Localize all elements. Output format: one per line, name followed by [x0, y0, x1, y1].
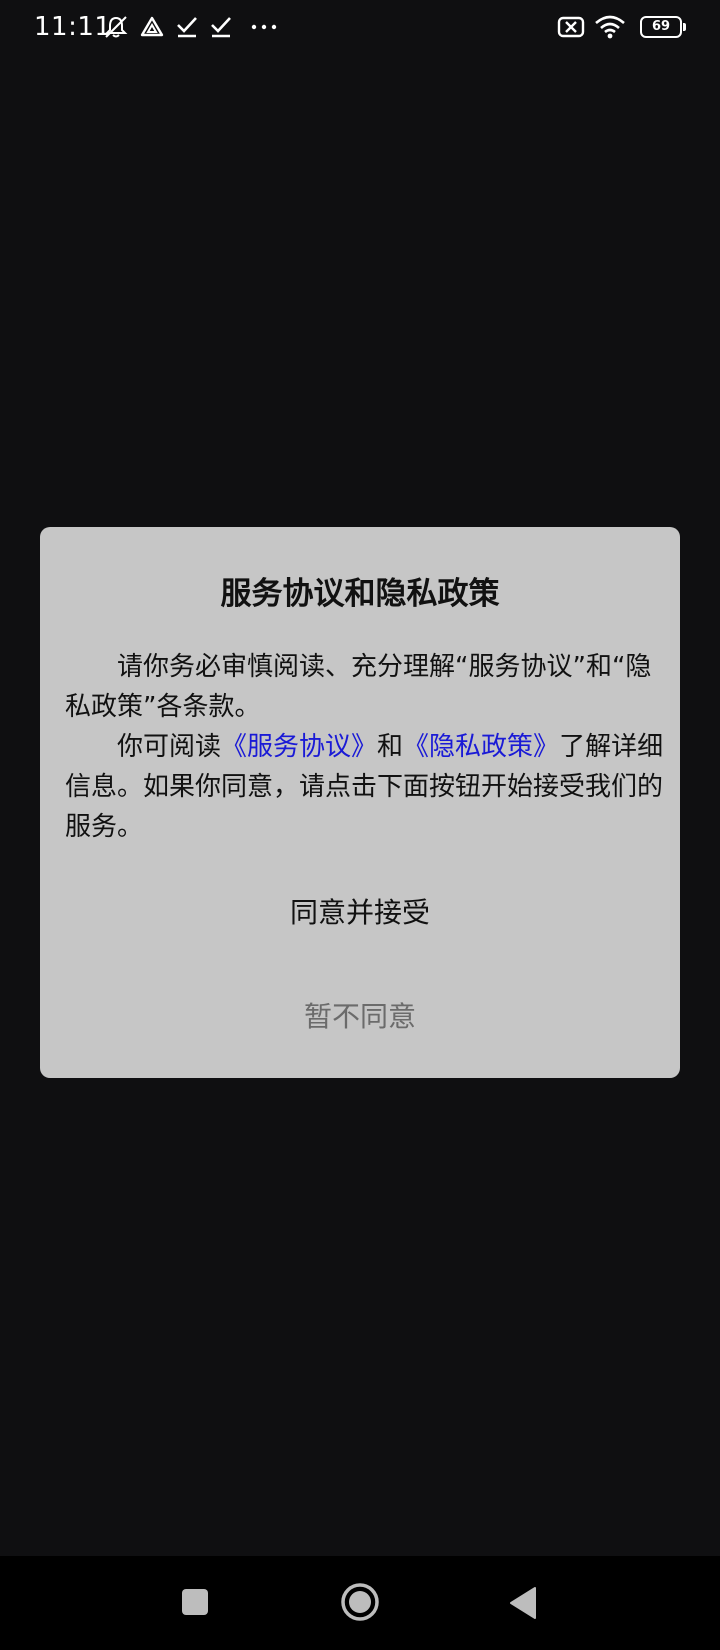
back-icon[interactable]: [508, 1586, 538, 1624]
mute-notification-icon: [103, 14, 129, 40]
check-icon: [209, 14, 233, 40]
status-time: 11:11: [34, 12, 112, 42]
battery-icon: 69: [640, 16, 686, 38]
home-icon[interactable]: [340, 1582, 380, 1626]
dialog-paragraph-1: 请你务必审慎阅读、充分理解“服务协议”和“隐私政策”各条款。: [65, 652, 652, 722]
dialog-title: 服务协议和隐私政策: [220, 576, 500, 612]
service-agreement-link[interactable]: 《服务协议》: [221, 732, 377, 762]
check-icon: [175, 14, 199, 40]
wifi-icon: [594, 14, 626, 40]
recent-apps-icon[interactable]: [181, 1588, 209, 1620]
paragraph-2-and: 和: [377, 732, 404, 762]
sim-off-icon: [557, 14, 585, 40]
privacy-dialog: 服务协议和隐私政策 请你务必审慎阅读、充分理解“服务协议”和“隐私政策”各条款。…: [40, 527, 680, 1078]
status-bar: 11:11 69: [0, 0, 720, 56]
privacy-policy-link[interactable]: 《隐私政策》: [403, 732, 559, 762]
drive-icon: [140, 14, 164, 40]
paragraph-2-prefix: 你可阅读: [117, 732, 222, 762]
dialog-paragraph-2: 你可阅读《服务协议》和《隐私政策》了解详细信息。如果你同意，请点击下面按钮开始接…: [65, 727, 665, 847]
dialog-body: 请你务必审慎阅读、充分理解“服务协议”和“隐私政策”各条款。 你可阅读《服务协议…: [65, 647, 665, 847]
more-dots-icon: [250, 14, 280, 40]
decline-button[interactable]: 暂不同意: [40, 989, 680, 1045]
accept-button[interactable]: 同意并接受: [40, 885, 680, 941]
navigation-bar: [0, 1556, 720, 1650]
